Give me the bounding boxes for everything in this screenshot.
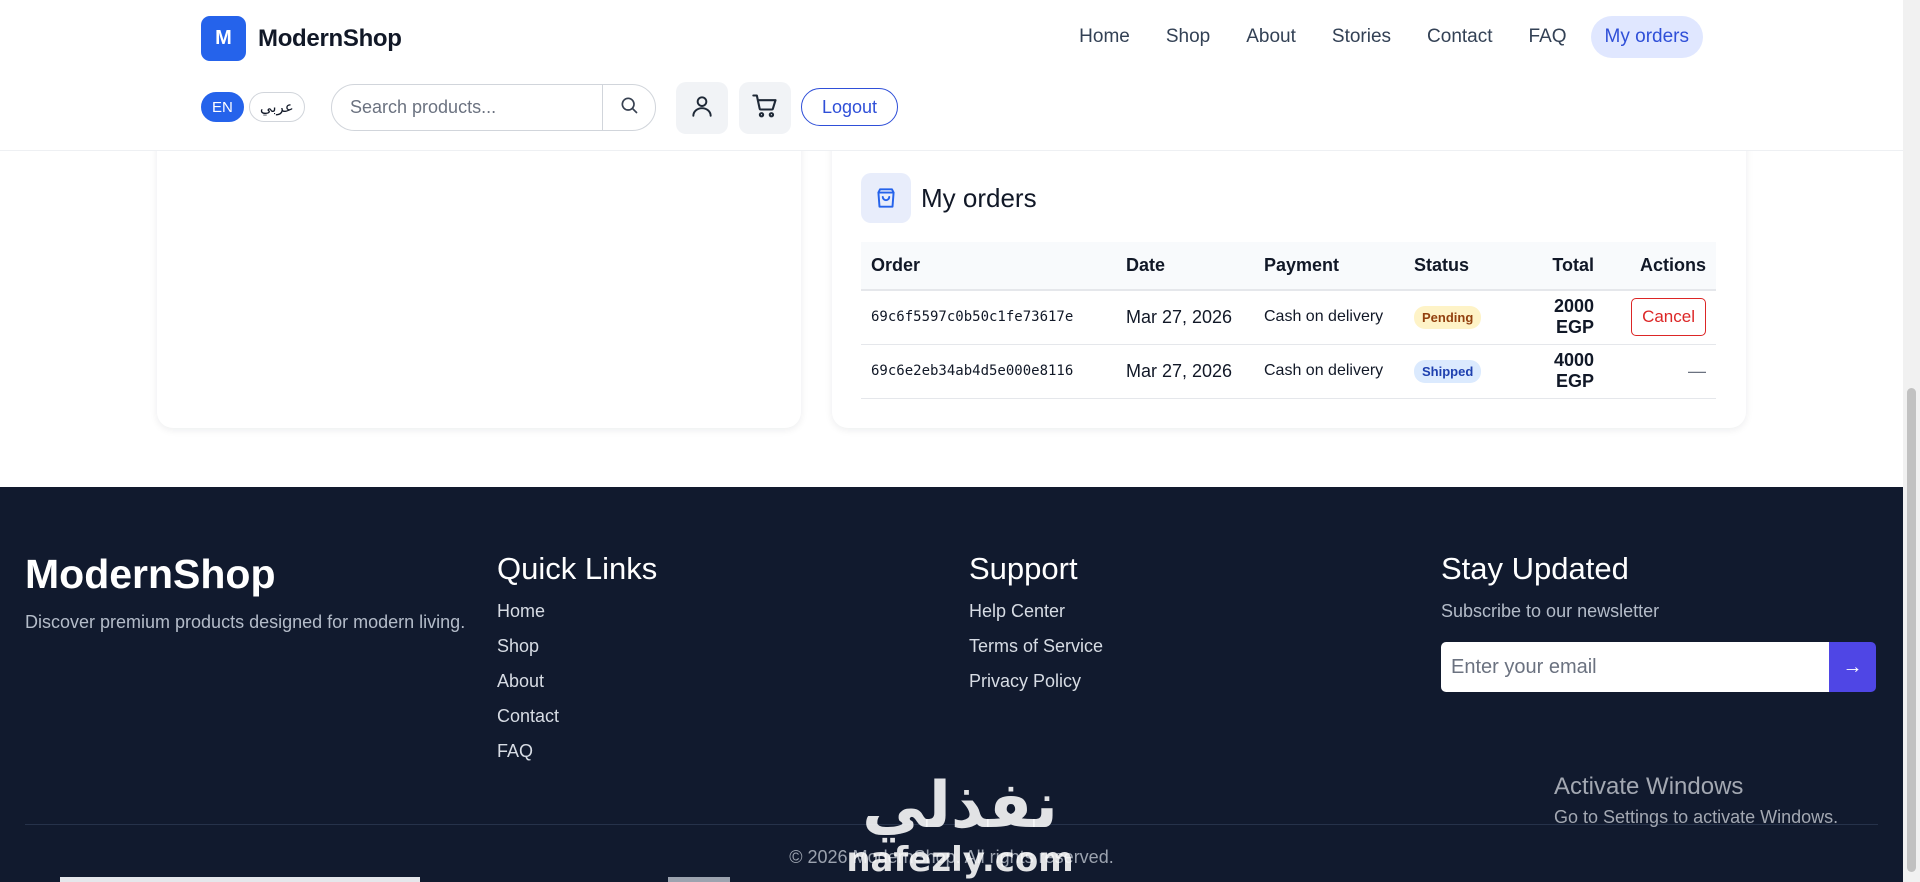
footer-brand: ModernShop bbox=[25, 551, 276, 597]
footer-link-shop[interactable]: Shop bbox=[497, 636, 657, 657]
search-input[interactable] bbox=[332, 85, 602, 130]
order-payment: Cash on delivery bbox=[1264, 308, 1384, 326]
status-badge: Shipped bbox=[1414, 359, 1482, 383]
newsletter-title: Stay Updated bbox=[1441, 551, 1629, 586]
order-id[interactable]: 69c6e2eb34ab4d5e000e8116 bbox=[861, 344, 1116, 398]
table-row: 69c6e2eb34ab4d5e000e8116 Mar 27, 2026 Ca… bbox=[861, 344, 1716, 398]
lang-en-button[interactable]: EN bbox=[201, 92, 244, 122]
nav-item-stories[interactable]: Stories bbox=[1320, 16, 1403, 58]
lang-ar-button[interactable]: عربي bbox=[248, 92, 305, 122]
footer-copyright: © 2026 ModernShop. All rights reserved. bbox=[789, 847, 1114, 867]
order-actions: — bbox=[1604, 344, 1716, 398]
column-order: Order bbox=[871, 255, 921, 275]
nav-item-my-orders[interactable]: My orders bbox=[1590, 16, 1703, 58]
footer-tagline: Discover premium products designed for m… bbox=[25, 612, 466, 632]
logout-button[interactable]: Logout bbox=[801, 88, 899, 126]
brand[interactable]: M ModernShop bbox=[201, 16, 402, 61]
nav-item-contact[interactable]: Contact bbox=[1415, 16, 1504, 58]
user-icon bbox=[689, 93, 715, 124]
nav-item-shop[interactable]: Shop bbox=[1154, 16, 1222, 58]
newsletter-subtitle: Subscribe to our newsletter bbox=[1441, 601, 1660, 621]
footer-support: Support Help Center Terms of Service Pri… bbox=[969, 551, 1103, 706]
table-header-row: Order Date Payment Status Total Actions bbox=[861, 242, 1716, 290]
column-payment: Payment bbox=[1264, 255, 1340, 275]
status-badge: Pending bbox=[1414, 305, 1482, 329]
footer-link-terms[interactable]: Terms of Service bbox=[969, 636, 1103, 657]
main-nav: Home Shop About Stories Contact FAQ My o… bbox=[1067, 16, 1703, 58]
column-total: Total bbox=[1552, 255, 1594, 275]
search-button[interactable] bbox=[602, 85, 655, 130]
column-status: Status bbox=[1414, 255, 1470, 275]
footer-link-privacy[interactable]: Privacy Policy bbox=[969, 671, 1103, 692]
order-payment: Cash on delivery bbox=[1264, 362, 1384, 379]
page-scrollbar[interactable] bbox=[1903, 0, 1920, 882]
order-total: 2000 EGP bbox=[1553, 296, 1594, 338]
order-date: Mar 27, 2026 bbox=[1126, 360, 1233, 381]
support-title: Support bbox=[969, 551, 1078, 586]
brand-logo[interactable]: M bbox=[201, 16, 246, 61]
footer-link-home[interactable]: Home bbox=[497, 601, 657, 622]
footer-quick-links: Quick Links Home Shop About Contact FAQ bbox=[497, 551, 657, 776]
windows-activation-notice: Activate Windows Go to Settings to activ… bbox=[1554, 773, 1838, 828]
activation-title: Activate Windows bbox=[1554, 773, 1744, 800]
orders-header: My orders bbox=[861, 173, 1037, 223]
column-date: Date bbox=[1126, 255, 1166, 275]
language-switcher: EN عربي bbox=[201, 92, 305, 122]
nav-item-about[interactable]: About bbox=[1234, 16, 1308, 58]
cancel-order-button[interactable]: Cancel bbox=[1631, 298, 1706, 337]
scrollbar-thumb[interactable] bbox=[1907, 388, 1916, 872]
nav-item-faq[interactable]: FAQ bbox=[1517, 16, 1579, 58]
order-status: Pending bbox=[1404, 290, 1504, 344]
footer-newsletter: Stay Updated Subscribe to our newsletter… bbox=[1441, 551, 1876, 692]
cart-button[interactable] bbox=[739, 82, 791, 134]
column-actions: Actions bbox=[1639, 255, 1706, 275]
order-id[interactable]: 69c6f5597c0b50c1fe73617e bbox=[861, 290, 1116, 344]
shopping-bag-icon bbox=[861, 173, 911, 223]
brand-name[interactable]: ModernShop bbox=[258, 25, 402, 53]
activation-subtitle: Go to Settings to activate Windows. bbox=[1554, 807, 1839, 827]
taskbar-fragment bbox=[60, 877, 420, 882]
order-total: 4000 EGP bbox=[1553, 350, 1594, 391]
footer-link-about[interactable]: About bbox=[497, 671, 657, 692]
no-action: — bbox=[1688, 360, 1706, 381]
search-bar bbox=[331, 84, 656, 131]
newsletter-form: → bbox=[1441, 642, 1876, 692]
order-status: Shipped bbox=[1404, 344, 1504, 398]
profile-card bbox=[157, 120, 801, 428]
orders-title: My orders bbox=[921, 182, 1037, 213]
nav-item-home[interactable]: Home bbox=[1067, 16, 1142, 58]
order-date: Mar 27, 2026 bbox=[1126, 306, 1233, 327]
search-icon bbox=[619, 95, 639, 120]
taskbar-fragment bbox=[668, 877, 730, 882]
table-row: 69c6f5597c0b50c1fe73617e Mar 27, 2026 Ca… bbox=[861, 290, 1716, 344]
orders-table: Order Date Payment Status Total Actions … bbox=[861, 242, 1716, 399]
newsletter-submit-button[interactable]: → bbox=[1829, 642, 1876, 692]
quick-links-title: Quick Links bbox=[497, 551, 658, 586]
footer-link-contact[interactable]: Contact bbox=[497, 706, 657, 727]
newsletter-email-input[interactable] bbox=[1441, 642, 1829, 692]
site-header: M ModernShop Home Shop About Stories Con… bbox=[0, 0, 1903, 151]
footer-link-faq[interactable]: FAQ bbox=[497, 741, 657, 762]
order-actions: Cancel bbox=[1604, 290, 1716, 344]
cart-icon bbox=[751, 92, 779, 125]
footer-link-help-center[interactable]: Help Center bbox=[969, 601, 1103, 622]
profile-button[interactable] bbox=[676, 82, 728, 134]
